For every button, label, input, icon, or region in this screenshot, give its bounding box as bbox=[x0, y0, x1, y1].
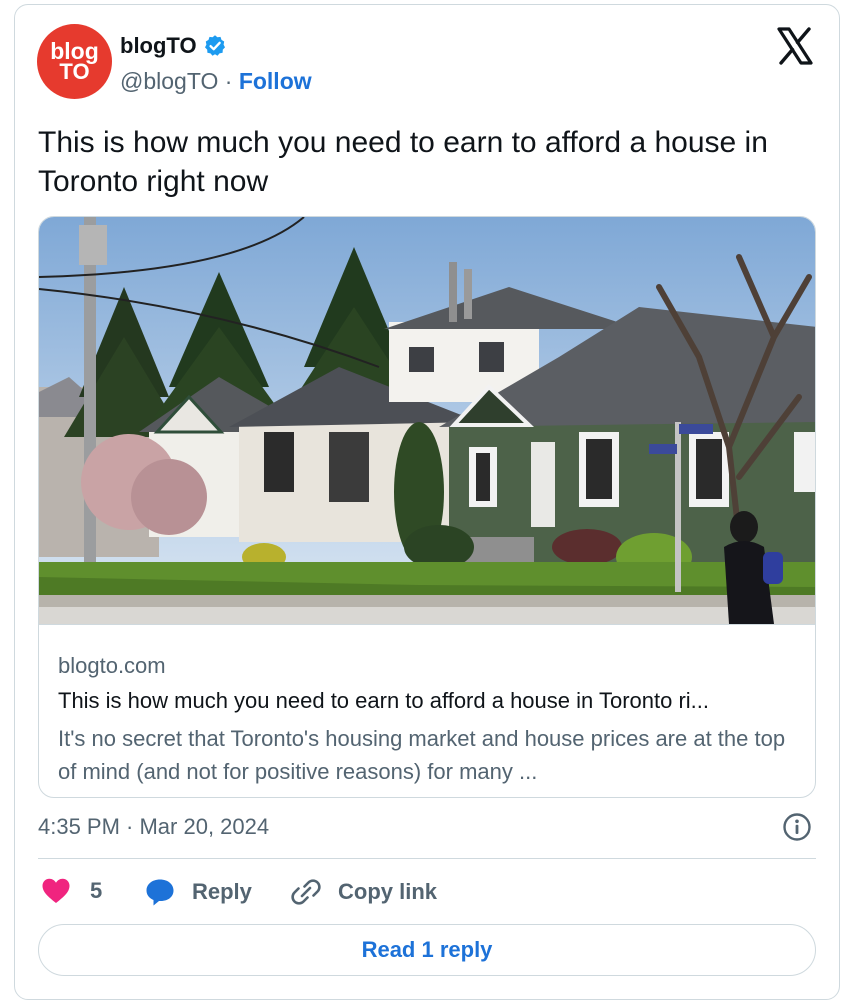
reply-label: Reply bbox=[192, 879, 252, 904]
avatar[interactable]: blog TO bbox=[37, 24, 112, 99]
divider bbox=[38, 858, 816, 859]
copy-link-label: Copy link bbox=[338, 879, 438, 904]
like-count: 5 bbox=[90, 878, 103, 903]
link-domain: blogto.com bbox=[58, 653, 166, 678]
follow-button[interactable]: Follow bbox=[239, 68, 312, 94]
avatar-text-blog: blog bbox=[50, 37, 99, 64]
link-title: This is how much you need to earn to aff… bbox=[58, 688, 710, 713]
tweet-text: This is how much you need to earn to aff… bbox=[38, 126, 768, 198]
reply-button[interactable]: Reply bbox=[145, 877, 252, 907]
link-description: It's no secret that Toronto's housing ma… bbox=[58, 726, 786, 784]
link-preview-card[interactable]: blogto.com This is how much you need to … bbox=[38, 216, 816, 798]
handle-separator: · bbox=[224, 68, 233, 94]
avatar-text-to: TO bbox=[59, 59, 90, 85]
house-photo bbox=[39, 217, 815, 624]
like-button[interactable]: 5 bbox=[41, 877, 102, 905]
author-name-row: blogTO bbox=[120, 33, 227, 59]
link-chain-icon bbox=[291, 879, 321, 905]
author-handle[interactable]: @blogTO bbox=[120, 68, 218, 94]
info-icon[interactable] bbox=[782, 812, 812, 842]
copy-link-button[interactable]: Copy link bbox=[291, 877, 437, 907]
tweet-timestamp[interactable]: 4:35 PM · Mar 20, 2024 bbox=[38, 814, 269, 840]
heart-icon bbox=[42, 878, 70, 903]
x-logo-icon[interactable] bbox=[776, 27, 814, 65]
author-display-name[interactable]: blogTO bbox=[120, 33, 197, 59]
tweet-embed-card: blog TO blogTO @blogTO · Follow This is … bbox=[14, 4, 840, 1000]
read-replies-button[interactable]: Read 1 reply bbox=[38, 924, 816, 976]
link-info: blogto.com This is how much you need to … bbox=[39, 624, 815, 784]
reply-bubble-icon bbox=[146, 879, 174, 906]
author-handle-row: @blogTO · Follow bbox=[120, 68, 312, 95]
verified-badge-icon bbox=[204, 35, 225, 56]
